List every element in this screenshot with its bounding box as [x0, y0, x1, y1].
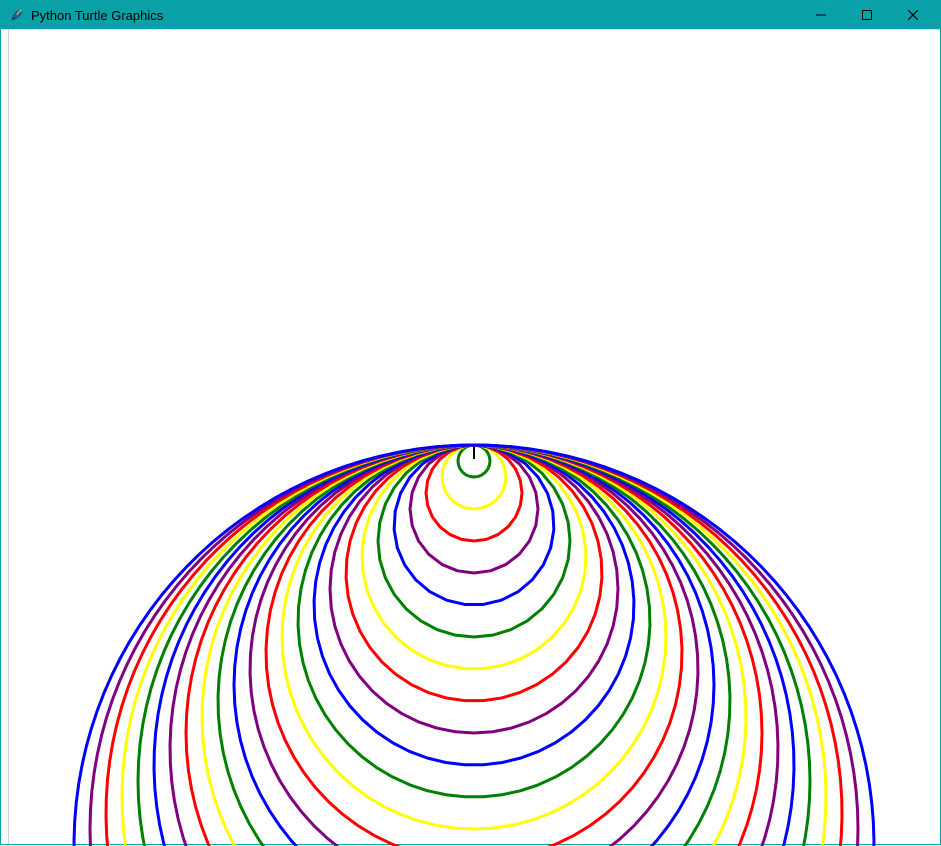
app-window: Python Turtle Graphics — [0, 0, 941, 845]
turtle-circle — [90, 445, 858, 846]
maximize-button[interactable] — [844, 1, 890, 29]
turtle-circle — [74, 445, 874, 846]
maximize-icon — [862, 10, 872, 20]
turtle-circle — [298, 445, 650, 797]
feather-icon — [9, 7, 25, 23]
turtle-canvas — [9, 30, 940, 846]
close-button[interactable] — [890, 1, 936, 29]
turtle-circle — [106, 445, 842, 846]
turtle-circle — [394, 445, 554, 604]
minimize-button[interactable] — [798, 1, 844, 29]
client-area — [1, 29, 940, 844]
minimize-icon — [816, 10, 826, 20]
titlebar[interactable]: Python Turtle Graphics — [1, 1, 940, 29]
turtle-circle — [426, 445, 522, 541]
turtle-circle — [266, 445, 682, 846]
turtle-canvas-wrap — [9, 30, 940, 844]
window-left-border — [1, 30, 9, 844]
turtle-circle — [362, 445, 586, 669]
turtle-circle — [122, 445, 826, 846]
window-controls — [798, 1, 936, 29]
window-title: Python Turtle Graphics — [31, 8, 798, 23]
turtle-circle — [330, 445, 618, 733]
close-icon — [908, 10, 918, 20]
